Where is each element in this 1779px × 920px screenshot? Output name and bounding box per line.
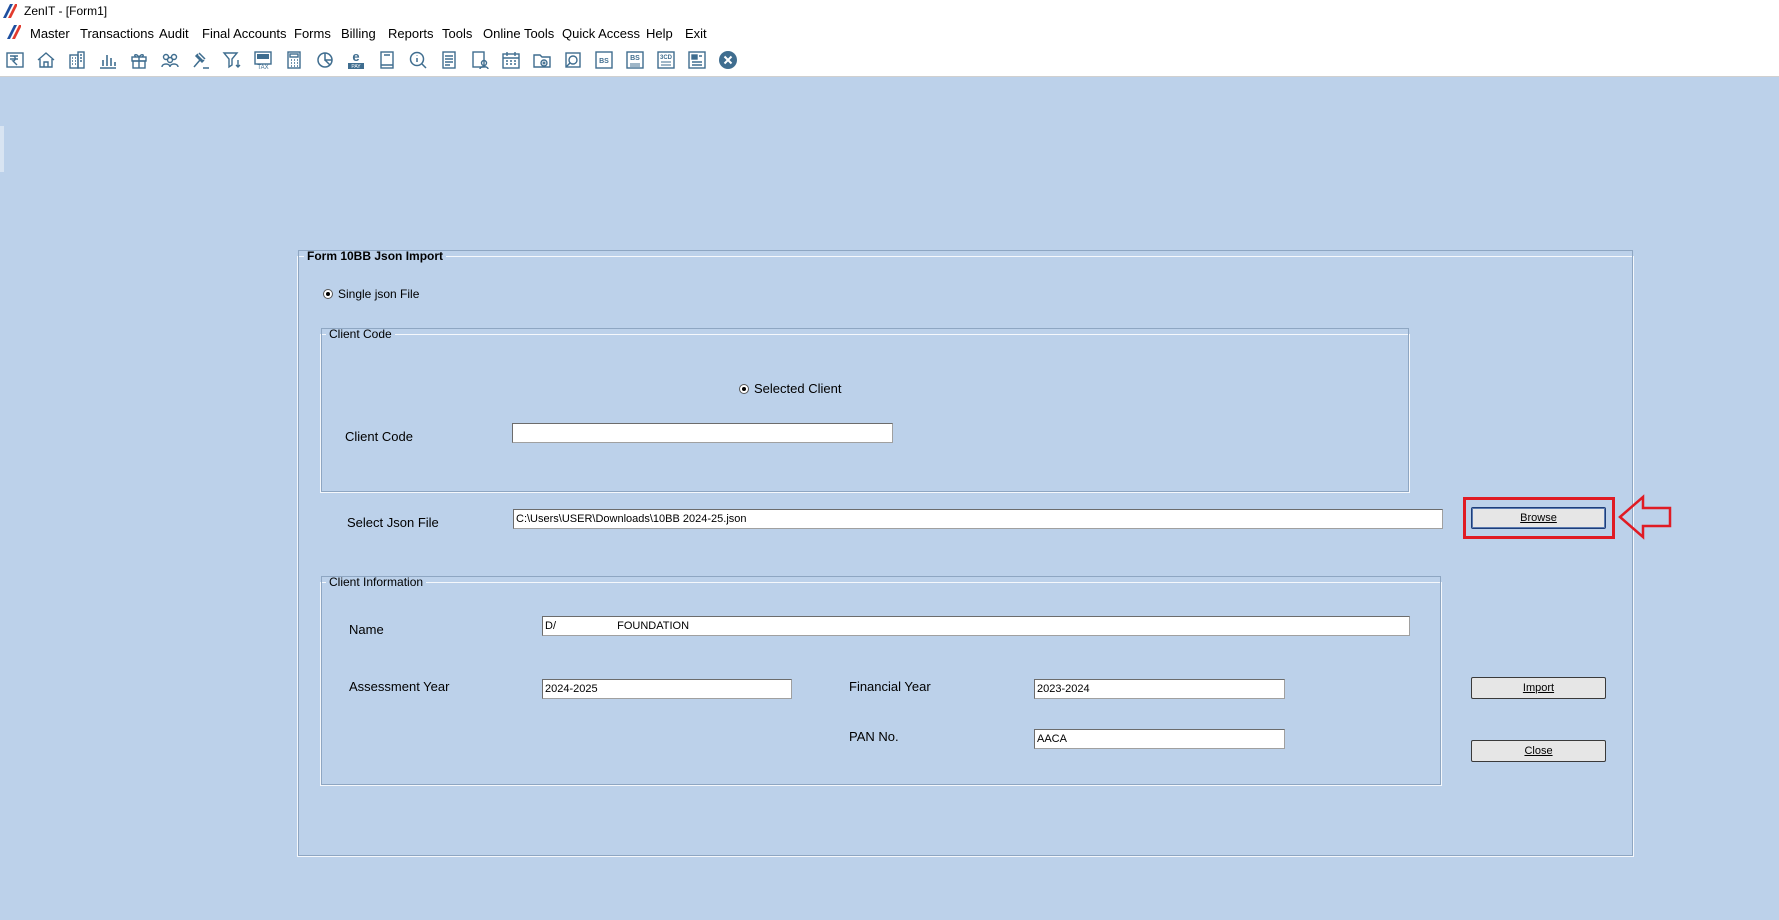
svg-text:e: e [352, 49, 359, 64]
bs-new-text: BS [630, 55, 640, 62]
menu-exit[interactable]: Exit [685, 26, 707, 41]
menu-transactions[interactable]: Transactions [80, 26, 154, 41]
radio-dot-icon [323, 289, 333, 299]
form-icon[interactable] [684, 48, 710, 72]
calendar-icon[interactable] [498, 48, 524, 72]
financial-year-label: Financial Year [849, 679, 931, 694]
menu-help[interactable]: Help [646, 26, 673, 41]
bs-icon[interactable]: BS [591, 48, 617, 72]
menu-tools[interactable]: Tools [442, 26, 472, 41]
pan-input[interactable] [1034, 729, 1285, 749]
bs-text: BS [599, 58, 609, 65]
menu-bar: Master Transactions Audit Final Accounts… [0, 22, 1779, 45]
pay-text: PAY [351, 64, 361, 70]
3cd-text: 3CD [660, 55, 673, 61]
tax-text: TAX [257, 65, 268, 71]
calculator-icon[interactable] [281, 48, 307, 72]
bar-chart-icon[interactable] [95, 48, 121, 72]
left-edge-marker [0, 126, 4, 172]
menu-quick-access[interactable]: Quick Access [562, 26, 640, 41]
selected-client-radio[interactable]: Selected Client [739, 381, 841, 396]
menu-billing[interactable]: Billing [341, 26, 376, 41]
tax-icon[interactable]: TAX [250, 48, 276, 72]
pie-chart-icon[interactable] [312, 48, 338, 72]
menu-reports[interactable]: Reports [388, 26, 434, 41]
json-path-input[interactable] [513, 509, 1443, 529]
select-json-label: Select Json File [347, 515, 439, 530]
client-code-group: Client Code [320, 327, 1410, 493]
info-search-icon[interactable] [405, 48, 431, 72]
menu-master[interactable]: Master [30, 26, 70, 41]
zenit-doc-icon[interactable] [7, 25, 21, 39]
menu-forms[interactable]: Forms [294, 26, 331, 41]
assessment-year-label: Assessment Year [349, 679, 450, 694]
refresh-icon[interactable] [560, 48, 586, 72]
single-json-label: Single json File [338, 287, 420, 301]
gavel-icon[interactable] [188, 48, 214, 72]
financial-year-input[interactable] [1034, 679, 1285, 699]
close-button[interactable]: Close [1471, 740, 1606, 762]
client-code-group-title: Client Code [326, 327, 395, 341]
rupee-book-icon[interactable] [2, 48, 28, 72]
single-json-radio[interactable]: Single json File [323, 287, 419, 301]
assessment-year-input[interactable] [542, 679, 792, 699]
selected-client-label: Selected Client [754, 381, 842, 396]
zenit-logo-icon [3, 4, 17, 18]
window-title: ZenIT - [Form1] [24, 4, 108, 18]
client-code-label: Client Code [345, 429, 413, 444]
toolbar: TAX e PAY BS BS 3CD [0, 44, 1779, 77]
form-title: Form 10BB Json Import [304, 249, 447, 263]
3cd-icon[interactable]: 3CD [653, 48, 679, 72]
folder-add-icon[interactable] [529, 48, 555, 72]
users-icon[interactable] [157, 48, 183, 72]
building-icon[interactable] [64, 48, 90, 72]
menu-final-accounts[interactable]: Final Accounts [202, 26, 287, 41]
import-button[interactable]: Import [1471, 677, 1606, 699]
user-doc-icon[interactable] [467, 48, 493, 72]
client-code-input[interactable] [512, 423, 893, 443]
filter-icon[interactable] [219, 48, 245, 72]
name-input[interactable] [542, 616, 1410, 636]
left-arrow-icon [1618, 494, 1672, 540]
menu-audit[interactable]: Audit [159, 26, 189, 41]
report-icon[interactable] [436, 48, 462, 72]
menu-online-tools[interactable]: Online Tools [483, 26, 554, 41]
book-icon[interactable] [374, 48, 400, 72]
bs-new-icon[interactable]: BS [622, 48, 648, 72]
close-circle-icon[interactable] [715, 48, 741, 72]
e-pay-icon[interactable]: e PAY [343, 48, 369, 72]
client-information-group-title: Client Information [326, 575, 427, 589]
name-label: Name [349, 622, 384, 637]
gift-icon[interactable] [126, 48, 152, 72]
pan-label: PAN No. [849, 729, 899, 744]
radio-dot-icon [739, 383, 749, 394]
highlight-box [1463, 497, 1615, 539]
title-bar: ZenIT - [Form1] [0, 0, 1779, 22]
home-icon[interactable] [33, 48, 59, 72]
